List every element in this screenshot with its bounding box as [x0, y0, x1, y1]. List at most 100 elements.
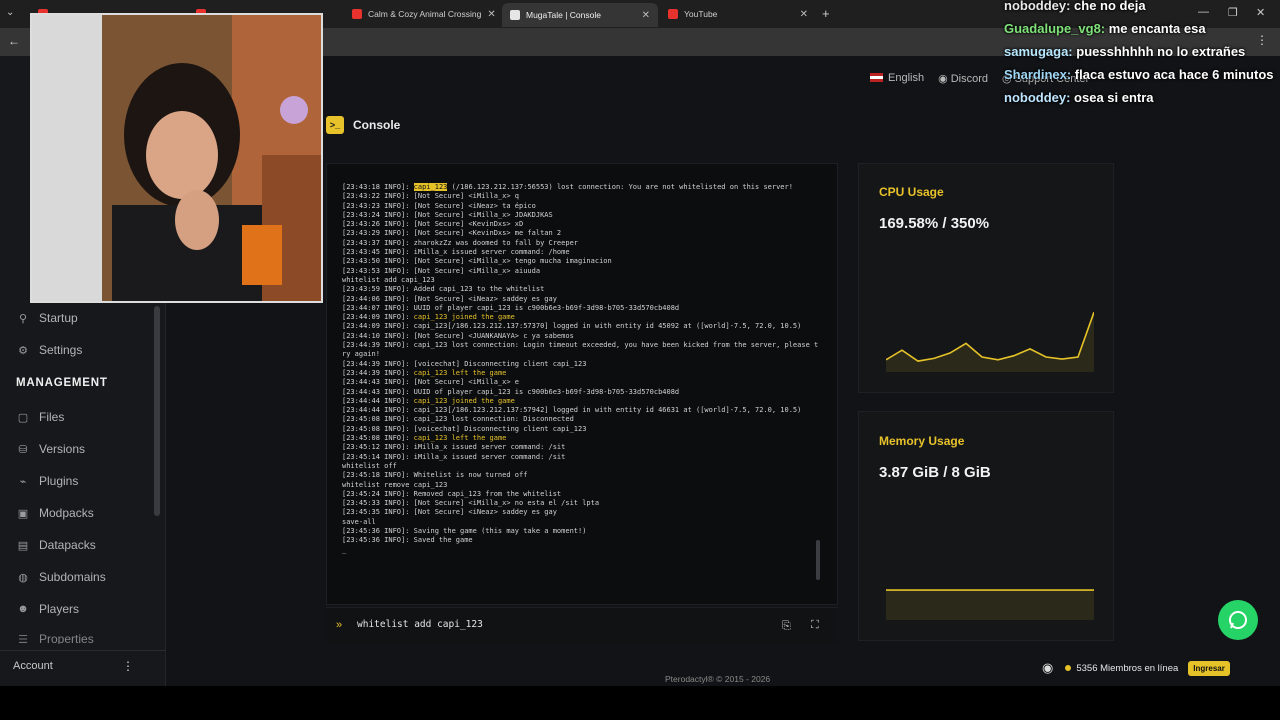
console-line-text: _ [342, 545, 347, 554]
discord-link[interactable]: ◉ Discord [938, 72, 988, 85]
console-line-text: [23:45:08 INFO]: capi_123 lost connectio… [342, 415, 574, 424]
more-vertical-icon[interactable]: ⋮ [122, 659, 134, 673]
box-icon: ▣ [17, 507, 29, 520]
console-line-rest: (/186.123.212.137:56553) lost connection… [447, 183, 793, 191]
gear-icon: ⚙ [18, 344, 28, 357]
plug-icon: ⌁ [19, 475, 27, 488]
sidebar-item-label: Subdomains [39, 570, 106, 584]
console-line: [23:43:26 INFO]: [Not Secure] <KevinDxs>… [342, 220, 822, 229]
join-discord-button[interactable]: Ingresar [1188, 660, 1230, 676]
tab-5[interactable]: YouTube ✕ [660, 4, 816, 24]
versions-icon: ⛁ [18, 443, 28, 456]
cpu-usage-value: 169.58% / 350% [879, 215, 990, 232]
tab-4[interactable]: MugaTale | Console ✕ [502, 3, 658, 27]
memory-usage-value: 3.87 GiB / 8 GiB [879, 464, 991, 481]
console-line: [23:45:08 INFO]: capi_123 lost connectio… [342, 415, 822, 424]
sidebar-item-modpacks[interactable]: ▣ Modpacks [16, 506, 94, 520]
console-line-text: [23:43:45 INFO]: iMilla_x issued server … [342, 248, 570, 257]
console-line-text: [23:43:59 INFO]: Added capi_123 to the w… [342, 285, 545, 294]
online-dot-icon [1065, 665, 1072, 671]
chat-username: Shardinex: [1004, 67, 1072, 82]
console-line: [23:44:39 INFO]: capi_123 left the game [342, 369, 822, 378]
console-line-text: whitelist off [342, 461, 397, 470]
page-title: Console [353, 118, 401, 132]
language-label: English [888, 72, 925, 84]
console-log: [23:43:18 INFO]: capi_123 (/186.123.212.… [342, 183, 822, 555]
management-heading: MANAGEMENT [16, 377, 108, 389]
sliders-icon: ☰ [18, 634, 28, 644]
sidebar-item-startup[interactable]: ⚲ Startup [16, 311, 78, 325]
command-input[interactable]: whitelist add capi_123 [357, 619, 483, 630]
console-line: [23:44:43 INFO]: UUID of player capi_123… [342, 388, 822, 397]
console-line-text: [23:45:14 INFO]: iMilla_x issued server … [342, 452, 566, 461]
discord-label: Discord [950, 73, 988, 85]
sidebar-item-files[interactable]: ▢ Files [16, 410, 65, 424]
back-icon[interactable]: ← [8, 34, 20, 48]
rocket-icon: ⚲ [18, 312, 28, 325]
language-selector[interactable]: English [870, 72, 924, 85]
sidebar-item-label: Settings [39, 343, 83, 357]
console-line: [23:43:45 INFO]: iMilla_x issued server … [342, 248, 822, 257]
sidebar-scrollbar[interactable] [154, 306, 160, 516]
console-line: [23:44:39 INFO]: [voicechat] Disconnecti… [342, 360, 822, 369]
clipboard-icon[interactable]: ⎘ [782, 620, 791, 633]
console-line: whitelist off [342, 462, 822, 471]
tab-label: MugaTale | Console [526, 10, 601, 20]
console-line: [23:45:33 INFO]: [Not Secure] <iMilla_x>… [342, 499, 822, 508]
console-line: [23:43:50 INFO]: [Not Secure] <iMilla_x>… [342, 257, 822, 266]
console-line: [23:44:06 INFO]: [Not Secure] <iNeaz> sa… [342, 295, 822, 304]
close-tab-icon[interactable]: ✕ [481, 9, 495, 20]
chat-username: noboddey: [1004, 90, 1071, 105]
console-line-text: [23:44:06 INFO]: [Not Secure] <iNeaz> sa… [342, 294, 557, 303]
console-line-text: [23:43:23 INFO]: [Not Secure] <iNeaz> ta… [342, 201, 536, 210]
close-tab-icon[interactable]: ✕ [794, 9, 808, 20]
database-icon: ▤ [17, 539, 29, 552]
chat-username: noboddey: [1004, 0, 1071, 13]
console-line-text: [23:45:36 INFO]: Saved the game [342, 536, 473, 545]
sidebar-item-plugins[interactable]: ⌁ Plugins [16, 474, 79, 488]
webcam-overlay [30, 13, 323, 303]
close-tab-icon[interactable]: ✕ [636, 10, 650, 21]
console-line-text: [23:44:09 INFO]: capi_123[/186.123.212.1… [342, 322, 802, 331]
chat-text: che no deja [1070, 0, 1146, 13]
cpu-usage-card: CPU Usage 169.58% / 350% [858, 163, 1114, 393]
console-line: [23:43:53 INFO]: [Not Secure] <iMilla_x>… [342, 267, 822, 276]
join-leave-message: capi_123 joined the game [413, 396, 515, 405]
console-line-text: [23:44:10 INFO]: [Not Secure] <JUANKANAY… [342, 331, 574, 340]
tab-list-icon[interactable]: ⌄ [6, 7, 14, 18]
whatsapp-button[interactable] [1218, 600, 1258, 640]
console-line: [23:45:08 INFO]: capi_123 left the game [342, 434, 822, 443]
console-line: [23:45:18 INFO]: Whitelist is now turned… [342, 471, 822, 480]
console-line-text: [23:43:18 INFO]: [342, 183, 414, 191]
console-line-text: whitelist remove capi_123 [342, 480, 448, 489]
console-scrollbar[interactable] [816, 540, 820, 580]
command-bar[interactable]: » whitelist add capi_123 ⎘ ⛶ [326, 607, 838, 643]
console-line-text: [23:45:18 INFO]: Whitelist is now turned… [342, 471, 528, 480]
chat-message: samugaga: puesshhhhh no lo extrañes [1004, 40, 1280, 63]
sidebar-item-label: Versions [39, 442, 86, 456]
sidebar-item-datapacks[interactable]: ▤ Datapacks [16, 538, 96, 552]
folder-icon: ▢ [17, 411, 29, 424]
tab-label: YouTube [684, 9, 718, 19]
youtube-icon [668, 9, 678, 19]
new-tab-button[interactable]: + [822, 6, 830, 21]
account-menu[interactable]: Account ⋮ [0, 650, 166, 680]
console-line-text: [23:44:44 INFO]: [342, 396, 414, 405]
sidebar-item-properties[interactable]: ☰ Properties [16, 634, 94, 644]
console-line: [23:45:14 INFO]: iMilla_x issued server … [342, 453, 822, 462]
tab-3[interactable]: Calm & Cozy Animal Crossing ✕ [344, 4, 500, 24]
sidebar-item-players[interactable]: ☻ Players [16, 602, 79, 616]
sidebar-item-settings[interactable]: ⚙ Settings [16, 343, 82, 357]
fullscreen-icon[interactable]: ⛶ [811, 619, 819, 632]
site-icon [510, 10, 520, 20]
sidebar-item-versions[interactable]: ⛁ Versions [16, 442, 85, 456]
chat-text: flaca estuvo aca hace 6 minutos [1071, 67, 1274, 82]
tab-label: Calm & Cozy Animal Crossing [368, 9, 482, 19]
console-line-text: [23:44:43 INFO]: [Not Secure] <iMilla_x>… [342, 378, 520, 387]
sidebar-item-label: Files [39, 410, 65, 424]
console-line: [23:43:18 INFO]: capi_123 (/186.123.212.… [342, 183, 822, 192]
console-line: [23:45:36 INFO]: Saved the game [342, 536, 822, 545]
console-line-text: [23:43:50 INFO]: [Not Secure] <iMilla_x>… [342, 257, 612, 266]
console-output[interactable]: [23:43:18 INFO]: capi_123 (/186.123.212.… [326, 163, 838, 605]
sidebar-item-subdomains[interactable]: ◍ Subdomains [16, 570, 106, 584]
